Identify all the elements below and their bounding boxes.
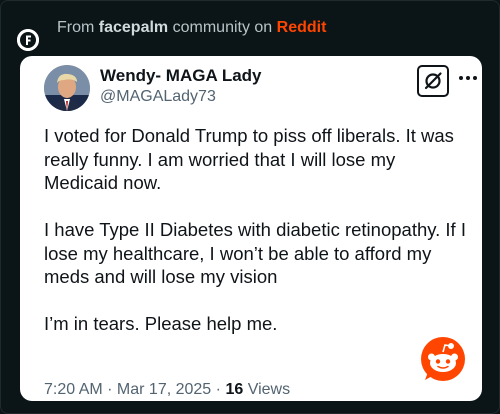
header-prefix: From xyxy=(57,19,95,36)
reddit-snoo-icon xyxy=(420,336,466,382)
display-name[interactable]: Wendy- MAGA Lady xyxy=(100,66,262,86)
tweet-meta: 7:20 AM · Mar 17, 2025 · 16 Views xyxy=(44,381,290,399)
tweet-paragraph: I have Type II Diabetes with diabetic re… xyxy=(44,219,466,287)
grok-icon[interactable] xyxy=(417,65,449,97)
more-horizontal-icon[interactable] xyxy=(458,68,478,88)
views-count: 16 xyxy=(225,381,244,398)
reddit-link[interactable]: Reddit xyxy=(277,19,327,36)
tweet-paragraph: I’m in tears. Please help me. xyxy=(44,313,278,334)
embed-source-text: From facepalm community on Reddit xyxy=(57,19,326,37)
tweet-paragraph: I voted for Donald Trump to piss off lib… xyxy=(44,125,454,193)
tweet-card[interactable]: Wendy- MAGA Lady @MAGALady73 I voted for… xyxy=(20,56,482,401)
embed-header: From facepalm community on Reddit xyxy=(17,19,326,51)
tweet-text: I voted for Donald Trump to piss off lib… xyxy=(44,124,474,359)
views-label: Views xyxy=(247,381,291,398)
community-link[interactable]: facepalm xyxy=(99,19,168,36)
user-handle[interactable]: @MAGALady73 xyxy=(100,88,216,106)
embed-frame: From facepalm community on Reddit Wendy-… xyxy=(0,0,500,414)
tweet-timestamp[interactable]: 7:20 AM · Mar 17, 2025 · xyxy=(44,381,221,398)
community-f-icon[interactable] xyxy=(17,29,39,51)
avatar[interactable] xyxy=(44,65,90,111)
header-middle: community on xyxy=(172,19,273,36)
